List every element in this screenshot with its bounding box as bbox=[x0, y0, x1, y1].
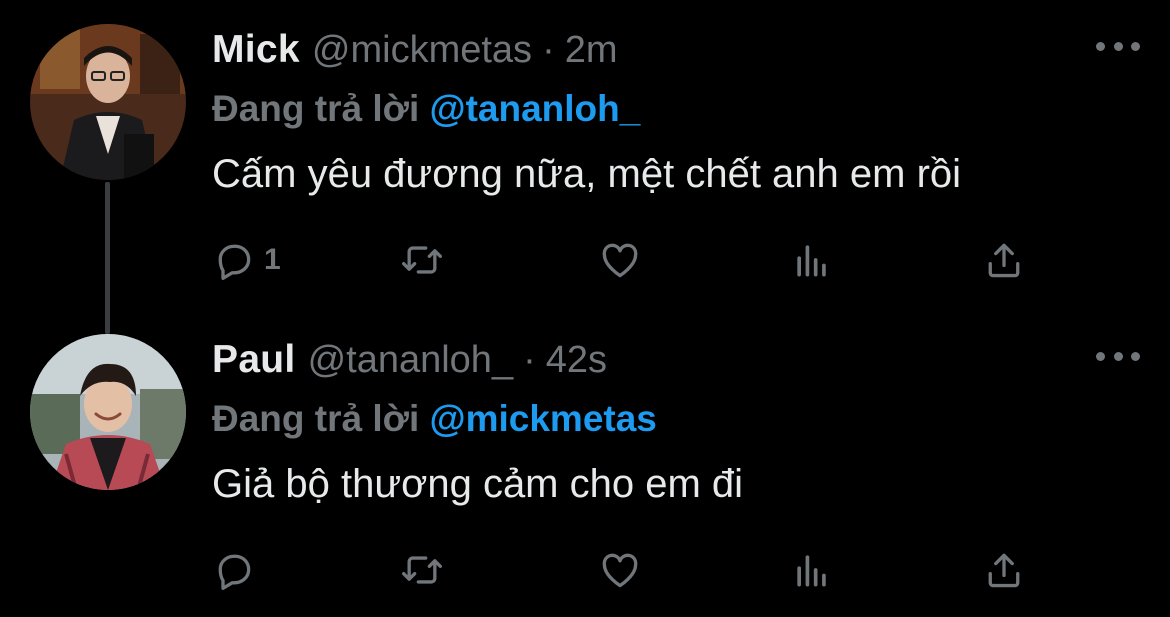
retweet-icon bbox=[402, 246, 442, 274]
user-handle[interactable]: @mickmetas bbox=[312, 29, 532, 72]
share-upload-icon bbox=[988, 243, 1020, 278]
replying-to-mention[interactable]: @tananloh_ bbox=[430, 88, 641, 129]
display-name[interactable]: Paul bbox=[212, 338, 296, 382]
timestamp[interactable]: 42s bbox=[546, 339, 607, 382]
tweet-text: Giả bộ thương cảm cho em đi bbox=[212, 462, 744, 506]
like-button[interactable] bbox=[598, 548, 642, 592]
tweet-mick[interactable]: Mick @mickmetas · 2m Đang trả lời @tanan… bbox=[0, 0, 1170, 334]
retweet-icon bbox=[402, 556, 442, 584]
avatar[interactable] bbox=[30, 334, 186, 490]
user-handle[interactable]: @tananloh_ bbox=[308, 339, 514, 382]
more-horizontal-icon[interactable] bbox=[1096, 40, 1140, 52]
heart-icon bbox=[602, 243, 638, 278]
retweet-button[interactable] bbox=[400, 548, 444, 592]
separator-dot: · bbox=[542, 29, 555, 71]
like-button[interactable] bbox=[598, 238, 642, 282]
avatar-photo-paul bbox=[30, 334, 186, 490]
avatar-photo-mick bbox=[30, 24, 186, 180]
reply-button[interactable] bbox=[212, 548, 264, 592]
display-name[interactable]: Mick bbox=[212, 28, 300, 72]
views-button[interactable] bbox=[790, 548, 834, 592]
share-upload-icon bbox=[988, 553, 1020, 588]
timestamp[interactable]: 2m bbox=[565, 29, 618, 72]
separator-dot: · bbox=[523, 339, 536, 381]
speech-bubble-icon bbox=[218, 244, 251, 280]
thread-connector bbox=[105, 182, 110, 334]
views-button[interactable] bbox=[790, 238, 834, 282]
tweet-actions bbox=[212, 548, 1042, 592]
tweet-actions: 1 bbox=[212, 238, 1042, 282]
reply-count: 1 bbox=[264, 243, 281, 276]
replying-to-label: Đang trả lời bbox=[212, 88, 420, 129]
share-button[interactable] bbox=[982, 238, 1026, 282]
replying-to-line: Đang trả lời @tananloh_ bbox=[212, 88, 1140, 130]
tweet-text: Cấm yêu đương nữa, mệt chết anh em rồi bbox=[212, 152, 962, 196]
tweet-content: Paul @tananloh_ · 42s Đang trả lời @mick… bbox=[212, 338, 1140, 507]
tweet-header: Mick @mickmetas · 2m bbox=[212, 28, 1140, 74]
avatar[interactable] bbox=[30, 24, 186, 180]
bar-chart-icon bbox=[797, 555, 826, 587]
more-horizontal-icon[interactable] bbox=[1096, 350, 1140, 362]
replying-to-label: Đang trả lời bbox=[212, 398, 420, 439]
reply-button[interactable]: 1 bbox=[212, 238, 281, 282]
heart-icon bbox=[602, 553, 638, 588]
retweet-button[interactable] bbox=[400, 238, 444, 282]
share-button[interactable] bbox=[982, 548, 1026, 592]
speech-bubble-icon bbox=[218, 554, 251, 590]
bar-chart-icon bbox=[797, 245, 826, 277]
tweet-content: Mick @mickmetas · 2m Đang trả lời @tanan… bbox=[212, 28, 1140, 197]
tweet-paul[interactable]: Paul @tananloh_ · 42s Đang trả lời @mick… bbox=[0, 320, 1170, 617]
replying-to-line: Đang trả lời @mickmetas bbox=[212, 398, 1140, 440]
replying-to-mention[interactable]: @mickmetas bbox=[430, 398, 657, 439]
tweet-header: Paul @tananloh_ · 42s bbox=[212, 338, 1140, 384]
